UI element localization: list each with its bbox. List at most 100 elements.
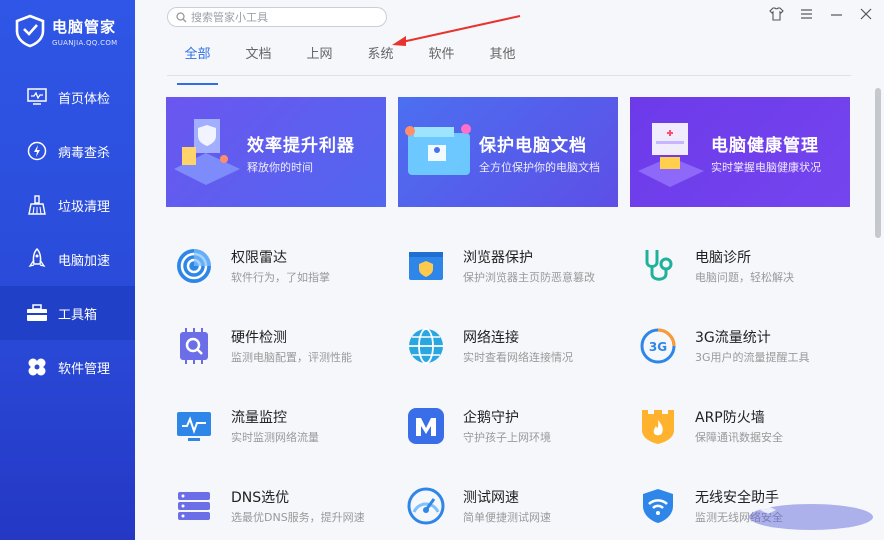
tool-network-connection[interactable]: 网络连接 实时查看网络连接情况 (398, 312, 618, 372)
tool-name: 权限雷达 (231, 250, 287, 266)
banner-subtitle: 全方位保护你的电脑文档 (479, 161, 600, 174)
sidebar: 电脑管家 GUANJIA.QQ.COM 首页体检 病毒查杀 垃圾清理 电脑加速 … (0, 0, 135, 540)
tool-name: 流量监控 (231, 410, 287, 426)
browser-shield-icon (409, 252, 443, 280)
efficiency-illustration-icon (174, 119, 240, 185)
tool-desc: 保障通讯数据安全 (695, 431, 783, 444)
lightning-shield-icon (26, 140, 48, 162)
tab-system[interactable]: 系统 (350, 44, 411, 75)
tool-name: 企鹅守护 (463, 410, 519, 426)
tool-name: 3G流量统计 (695, 330, 771, 346)
tool-name: 测试网速 (463, 490, 519, 506)
tool-name: 硬件检测 (231, 330, 287, 346)
search-input[interactable] (191, 10, 371, 24)
3g-icon: 3G (640, 328, 676, 364)
sidebar-item-label: 病毒查杀 (58, 145, 111, 161)
banner-title: 效率提升利器 (247, 136, 355, 156)
toolbox-icon (26, 302, 48, 324)
tab-other[interactable]: 其他 (472, 44, 533, 75)
banner-subtitle: 释放你的时间 (247, 161, 313, 174)
tool-traffic-monitor[interactable]: 流量监控 实时监测网络流量 (166, 392, 386, 452)
scrollbar-thumb[interactable] (875, 88, 881, 238)
tab-documents[interactable]: 文档 (228, 44, 289, 75)
tool-desc: 实时查看网络连接情况 (463, 351, 573, 364)
tool-name: DNS选优 (231, 490, 290, 506)
stethoscope-icon (645, 250, 673, 281)
rocket-icon (26, 248, 48, 270)
tool-name: 网络连接 (463, 330, 519, 346)
banner-health[interactable]: 电脑健康管理 实时掌握电脑健康状况 (630, 97, 850, 207)
wifi-shield-icon (643, 489, 673, 523)
tool-3g-traffic[interactable]: 3G 3G流量统计 3G用户的流量提醒工具 (630, 312, 850, 372)
search-box[interactable] (167, 7, 387, 27)
sidebar-nav: 首页体检 病毒查杀 垃圾清理 电脑加速 工具箱 软件管理 (0, 70, 135, 394)
category-tabs: 全部 文档 上网 系统 软件 其他 (167, 44, 851, 85)
sidebar-item-virus-scan[interactable]: 病毒查杀 (0, 124, 135, 178)
sidebar-item-label: 工具箱 (58, 307, 98, 323)
tool-name: 电脑诊所 (695, 250, 751, 266)
tool-speed-test[interactable]: 测试网速 简单便捷测试网速 (398, 472, 618, 532)
tool-arp-firewall[interactable]: ARP防火墙 保障通讯数据安全 (630, 392, 850, 452)
tool-name: 浏览器保护 (463, 250, 533, 266)
brand-subtitle: GUANJIA.QQ.COM (52, 38, 118, 47)
server-icon (178, 492, 210, 520)
apps-icon (26, 356, 48, 378)
sidebar-item-cleanup[interactable]: 垃圾清理 (0, 178, 135, 232)
sidebar-item-checkup[interactable]: 首页体检 (0, 70, 135, 124)
tool-desc: 选最优DNS服务，提升网速 (231, 511, 365, 524)
penguin-guard-icon (408, 408, 444, 444)
speedometer-icon (407, 487, 445, 525)
feature-banners: 效率提升利器 释放你的时间 保护电脑文档 全方位保护你的电脑文档 电脑健康管理 … (166, 97, 850, 207)
tool-desc: 监测电脑配置，评测性能 (231, 351, 352, 364)
tool-desc: 软件行为，了如指掌 (231, 271, 330, 284)
health-illustration-icon (638, 123, 704, 187)
globe-icon (409, 328, 443, 364)
tool-dns-optimize[interactable]: DNS选优 选最优DNS服务，提升网速 (166, 472, 386, 532)
banner-protect-docs[interactable]: 保护电脑文档 全方位保护你的电脑文档 (398, 97, 618, 207)
tool-desc: 保护浏览器主页防恶意篡改 (463, 271, 595, 284)
tool-hardware-check[interactable]: 硬件检测 监测电脑配置，评测性能 (166, 312, 386, 372)
tab-internet[interactable]: 上网 (289, 44, 350, 75)
broom-icon (26, 194, 48, 216)
brand-title: 电脑管家 (52, 17, 117, 36)
radar-icon (177, 249, 211, 283)
tool-penguin-guard[interactable]: 企鹅守护 守护孩子上网环境 (398, 392, 618, 452)
watermark-logo-icon (749, 504, 873, 530)
tool-browser-protect[interactable]: 浏览器保护 保护浏览器主页防恶意篡改 (398, 232, 618, 292)
banner-subtitle: 实时掌握电脑健康状况 (711, 161, 821, 174)
sidebar-item-label: 垃圾清理 (58, 199, 111, 215)
tab-all[interactable]: 全部 (167, 44, 228, 85)
sidebar-item-label: 电脑加速 (58, 253, 111, 269)
skin-icon[interactable] (768, 6, 784, 22)
tool-desc: 电脑问题，轻松解决 (695, 271, 794, 284)
chip-search-icon (180, 328, 208, 364)
window-controls (768, 6, 874, 22)
banner-title: 保护电脑文档 (479, 136, 587, 156)
sidebar-item-speedup[interactable]: 电脑加速 (0, 232, 135, 286)
close-icon[interactable] (858, 6, 874, 22)
shield-logo-icon (15, 14, 45, 48)
tool-desc: 守护孩子上网环境 (463, 431, 551, 444)
sidebar-item-toolbox[interactable]: 工具箱 (0, 286, 135, 340)
sidebar-item-label: 首页体检 (58, 91, 111, 107)
firewall-icon (642, 410, 674, 444)
monitor-icon (26, 86, 48, 108)
document-protect-illustration-icon (405, 124, 471, 175)
menu-icon[interactable] (798, 6, 814, 22)
search-icon (176, 11, 187, 22)
tool-desc: 3G用户的流量提醒工具 (695, 351, 810, 364)
banner-efficiency[interactable]: 效率提升利器 释放你的时间 (166, 97, 386, 207)
tool-name: ARP防火墙 (695, 410, 765, 426)
banner-title: 电脑健康管理 (711, 136, 819, 156)
tab-software[interactable]: 软件 (411, 44, 472, 75)
tool-permission-radar[interactable]: 权限雷达 软件行为，了如指掌 (166, 232, 386, 292)
tool-desc: 简单便捷测试网速 (463, 511, 551, 524)
tool-desc: 实时监测网络流量 (231, 431, 319, 444)
minimize-icon[interactable] (828, 6, 844, 22)
tool-pc-clinic[interactable]: 电脑诊所 电脑问题，轻松解决 (630, 232, 850, 292)
svg-text:3G: 3G (649, 340, 667, 354)
sidebar-item-software[interactable]: 软件管理 (0, 340, 135, 394)
brand: 电脑管家 GUANJIA.QQ.COM (14, 14, 117, 48)
traffic-monitor-icon (177, 412, 211, 441)
sidebar-item-label: 软件管理 (58, 361, 111, 377)
